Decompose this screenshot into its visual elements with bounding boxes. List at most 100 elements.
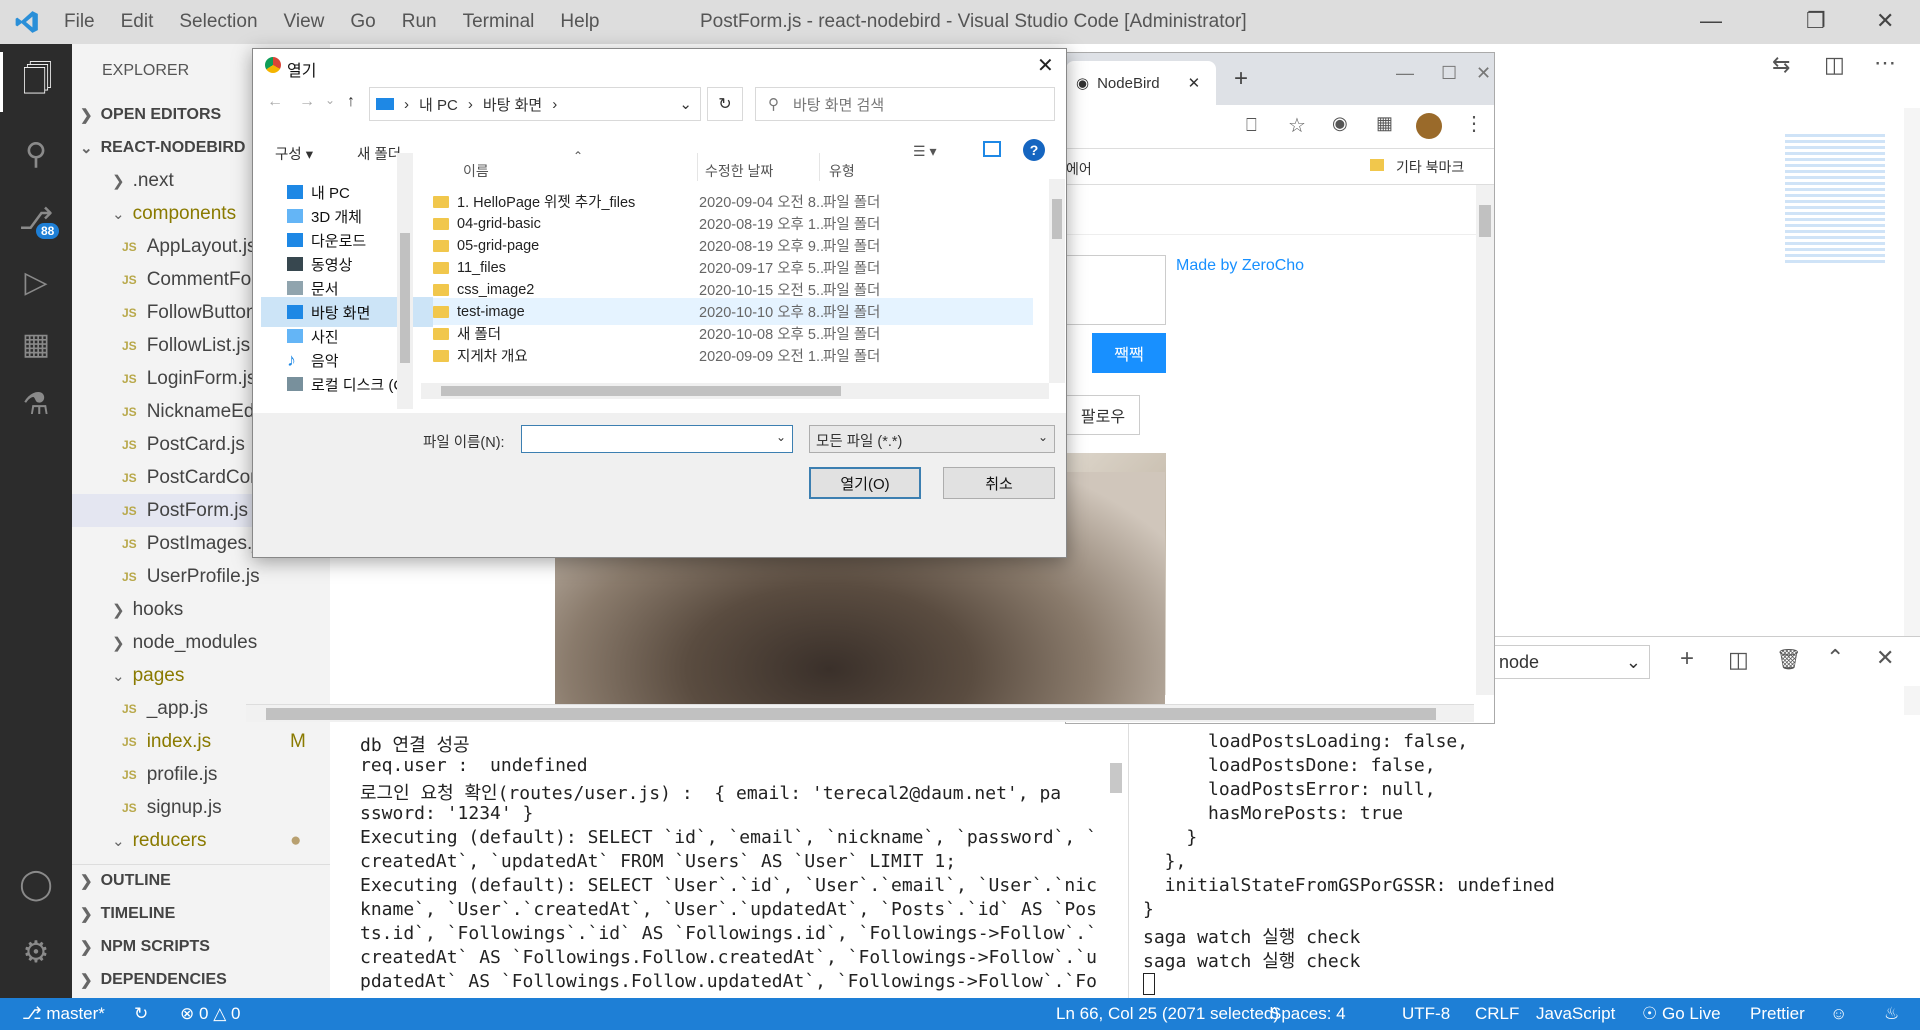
indentation[interactable]: Spaces: 4 bbox=[1270, 1004, 1346, 1024]
sync-icon[interactable]: ↻ bbox=[134, 1004, 148, 1024]
restore-icon[interactable]: ❐ bbox=[1806, 8, 1826, 34]
account-icon[interactable]: ◯ bbox=[0, 854, 72, 914]
minimap[interactable] bbox=[1785, 134, 1885, 264]
browser-scrollbar[interactable] bbox=[1476, 185, 1494, 695]
cursor-position[interactable]: Ln 66, Col 25 (2071 selected) bbox=[1056, 1004, 1279, 1024]
new-folder-button[interactable]: 새 폴더 bbox=[357, 143, 401, 164]
browser-tab[interactable]: ◉ NodeBird ✕ bbox=[1066, 61, 1216, 105]
menu-terminal[interactable]: Terminal bbox=[463, 11, 535, 33]
forward-icon[interactable]: → bbox=[299, 93, 315, 111]
go-live-button[interactable]: ☉ Go Live bbox=[1642, 1004, 1721, 1024]
line-ending[interactable]: CRLF bbox=[1475, 1004, 1519, 1024]
menu-edit[interactable]: Edit bbox=[121, 11, 154, 33]
menu-selection[interactable]: Selection bbox=[179, 11, 257, 33]
search-field[interactable]: ⚲ 바탕 화면 검색 bbox=[755, 87, 1055, 121]
menu-file[interactable]: File bbox=[64, 11, 95, 33]
extension-audio-icon[interactable]: ◉ bbox=[1332, 113, 1348, 134]
encoding[interactable]: UTF-8 bbox=[1402, 1004, 1450, 1024]
file-list-vscrollbar[interactable] bbox=[1049, 179, 1065, 383]
column-type[interactable]: 유형 bbox=[829, 161, 855, 181]
tree-item-node-modules[interactable]: ❯ node_modules bbox=[72, 626, 330, 659]
tree-item-file[interactable]: JS signup.js bbox=[72, 791, 330, 824]
tree-item-file[interactable]: JS profile.js bbox=[72, 758, 330, 791]
menu-go[interactable]: Go bbox=[350, 11, 375, 33]
terminal-right[interactable]: loadPostsLoading: false, loadPostsDone: … bbox=[1128, 715, 1920, 998]
menu-view[interactable]: View bbox=[284, 11, 325, 33]
follow-button[interactable]: 팔로우 bbox=[1066, 395, 1140, 435]
refresh-icon[interactable]: ↻ bbox=[707, 87, 743, 121]
new-terminal-icon[interactable]: + bbox=[1680, 645, 1694, 673]
chevron-down-icon[interactable]: ⌄ bbox=[776, 430, 786, 448]
tree-item-hooks[interactable]: ❯ hooks bbox=[72, 593, 330, 626]
tree-item-reducers[interactable]: ⌄ reducers ● bbox=[72, 824, 330, 857]
tweet-button[interactable]: 짹짹 bbox=[1092, 333, 1166, 373]
extensions-puzzle-icon[interactable]: ▦ bbox=[1376, 113, 1393, 134]
terminal-left[interactable]: db 연결 성공 req.user : undefined 로그인 요청 확인(… bbox=[330, 715, 1125, 998]
terminal-scrollbar-thumb[interactable] bbox=[1110, 763, 1122, 793]
source-control-icon[interactable]: ⎇ 88 bbox=[0, 189, 72, 249]
close-tab-icon[interactable]: ✕ bbox=[1188, 74, 1201, 92]
dependencies-section[interactable]: ❯ DEPENDENCIES bbox=[72, 963, 330, 996]
star-bookmark-icon[interactable]: ☆ bbox=[1288, 113, 1306, 138]
cancel-button[interactable]: 취소 bbox=[943, 467, 1055, 499]
file-list-hscrollbar[interactable] bbox=[421, 383, 1049, 399]
close-panel-icon[interactable]: ✕ bbox=[1876, 645, 1894, 671]
address-bar[interactable]: › 내 PC › 바탕 화면 › ⌄ bbox=[369, 87, 701, 121]
recent-locations-icon[interactable]: ⌄ bbox=[325, 93, 335, 107]
tree-item-pages[interactable]: ⌄ pages bbox=[72, 659, 330, 692]
npm-scripts-section[interactable]: ❯ NPM SCRIPTS bbox=[72, 930, 330, 963]
browser-restore-icon[interactable]: ☐ bbox=[1441, 63, 1457, 84]
menu-help[interactable]: Help bbox=[560, 11, 599, 33]
compare-changes-icon[interactable]: ⇆ bbox=[1772, 52, 1790, 78]
language-mode[interactable]: JavaScript bbox=[1536, 1004, 1615, 1024]
cast-icon[interactable]: ⎕ bbox=[1246, 115, 1257, 136]
explorer-icon[interactable]: 🗍 bbox=[0, 52, 72, 112]
search-icon[interactable]: ⚲ bbox=[0, 124, 72, 184]
settings-gear-icon[interactable]: ⚙ bbox=[0, 922, 72, 982]
back-icon[interactable]: ← bbox=[267, 93, 283, 111]
testing-icon[interactable]: ⚗ bbox=[0, 374, 72, 434]
nav-item-local-disk[interactable]: 로컬 디스크 (C:) bbox=[287, 369, 413, 399]
outline-section[interactable]: ❯ OUTLINE bbox=[72, 864, 330, 897]
other-bookmarks[interactable]: 기타 북마크 bbox=[1396, 157, 1464, 177]
tree-item-file[interactable]: JS index.js M bbox=[72, 725, 330, 758]
column-name[interactable]: 이름 bbox=[463, 161, 489, 181]
open-button[interactable]: 열기(O) bbox=[809, 467, 921, 499]
new-tab-icon[interactable]: + bbox=[1234, 65, 1248, 93]
prettier-status[interactable]: Prettier bbox=[1750, 1004, 1805, 1024]
bookmark-item[interactable]: 에어 bbox=[1066, 159, 1092, 179]
nav-scrollbar[interactable] bbox=[397, 153, 413, 409]
dialog-close-icon[interactable]: ✕ bbox=[1037, 53, 1054, 78]
menu-run[interactable]: Run bbox=[402, 11, 437, 33]
breadcrumb-pc[interactable]: 내 PC bbox=[419, 94, 458, 115]
more-actions-icon[interactable]: ⋯ bbox=[1874, 50, 1896, 76]
run-debug-icon[interactable]: ▷ bbox=[0, 252, 72, 312]
notifications-bell-icon[interactable]: ♨ bbox=[1884, 1004, 1899, 1024]
terminal-select[interactable]: node ⌄ bbox=[1490, 645, 1650, 679]
timeline-section[interactable]: ❯ TIMELINE bbox=[72, 897, 330, 930]
split-terminal-icon[interactable]: ◫ bbox=[1728, 647, 1749, 673]
kill-terminal-icon[interactable]: 🗑 bbox=[1776, 647, 1801, 672]
maximize-panel-icon[interactable]: ⌃ bbox=[1826, 645, 1844, 671]
filename-input[interactable]: ⌄ bbox=[521, 425, 793, 453]
split-editor-icon[interactable]: ◫ bbox=[1824, 52, 1845, 78]
close-window-icon[interactable]: ✕ bbox=[1876, 8, 1894, 34]
extensions-icon[interactable]: ▦ bbox=[0, 314, 72, 374]
browser-menu-icon[interactable]: ⋮ bbox=[1464, 111, 1484, 136]
page-horizontal-scrollbar[interactable] bbox=[246, 704, 1474, 722]
problems-indicator[interactable]: ⊗ 0 △ 0 bbox=[180, 1004, 240, 1024]
up-icon[interactable]: ↑ bbox=[347, 93, 355, 111]
file-type-select[interactable]: 모든 파일 (*.*) ⌄ bbox=[809, 425, 1055, 453]
tree-item-file[interactable]: JS UserProfile.js bbox=[72, 560, 330, 593]
chevron-down-icon[interactable]: ⌄ bbox=[679, 95, 692, 113]
minimize-icon[interactable]: — bbox=[1700, 8, 1722, 34]
breadcrumb-desktop[interactable]: 바탕 화면 bbox=[483, 94, 542, 115]
column-date[interactable]: 수정한 날짜 bbox=[705, 161, 773, 181]
organize-menu[interactable]: 구성 ▾ bbox=[275, 143, 313, 164]
profile-avatar[interactable] bbox=[1416, 113, 1442, 139]
post-textarea[interactable] bbox=[1066, 255, 1166, 325]
branch-indicator[interactable]: ⎇ master* bbox=[22, 1004, 105, 1024]
feedback-icon[interactable]: ☺ bbox=[1830, 1004, 1847, 1024]
browser-minimize-icon[interactable]: — bbox=[1396, 63, 1414, 84]
made-by-link[interactable]: Made by ZeroCho bbox=[1176, 257, 1304, 275]
